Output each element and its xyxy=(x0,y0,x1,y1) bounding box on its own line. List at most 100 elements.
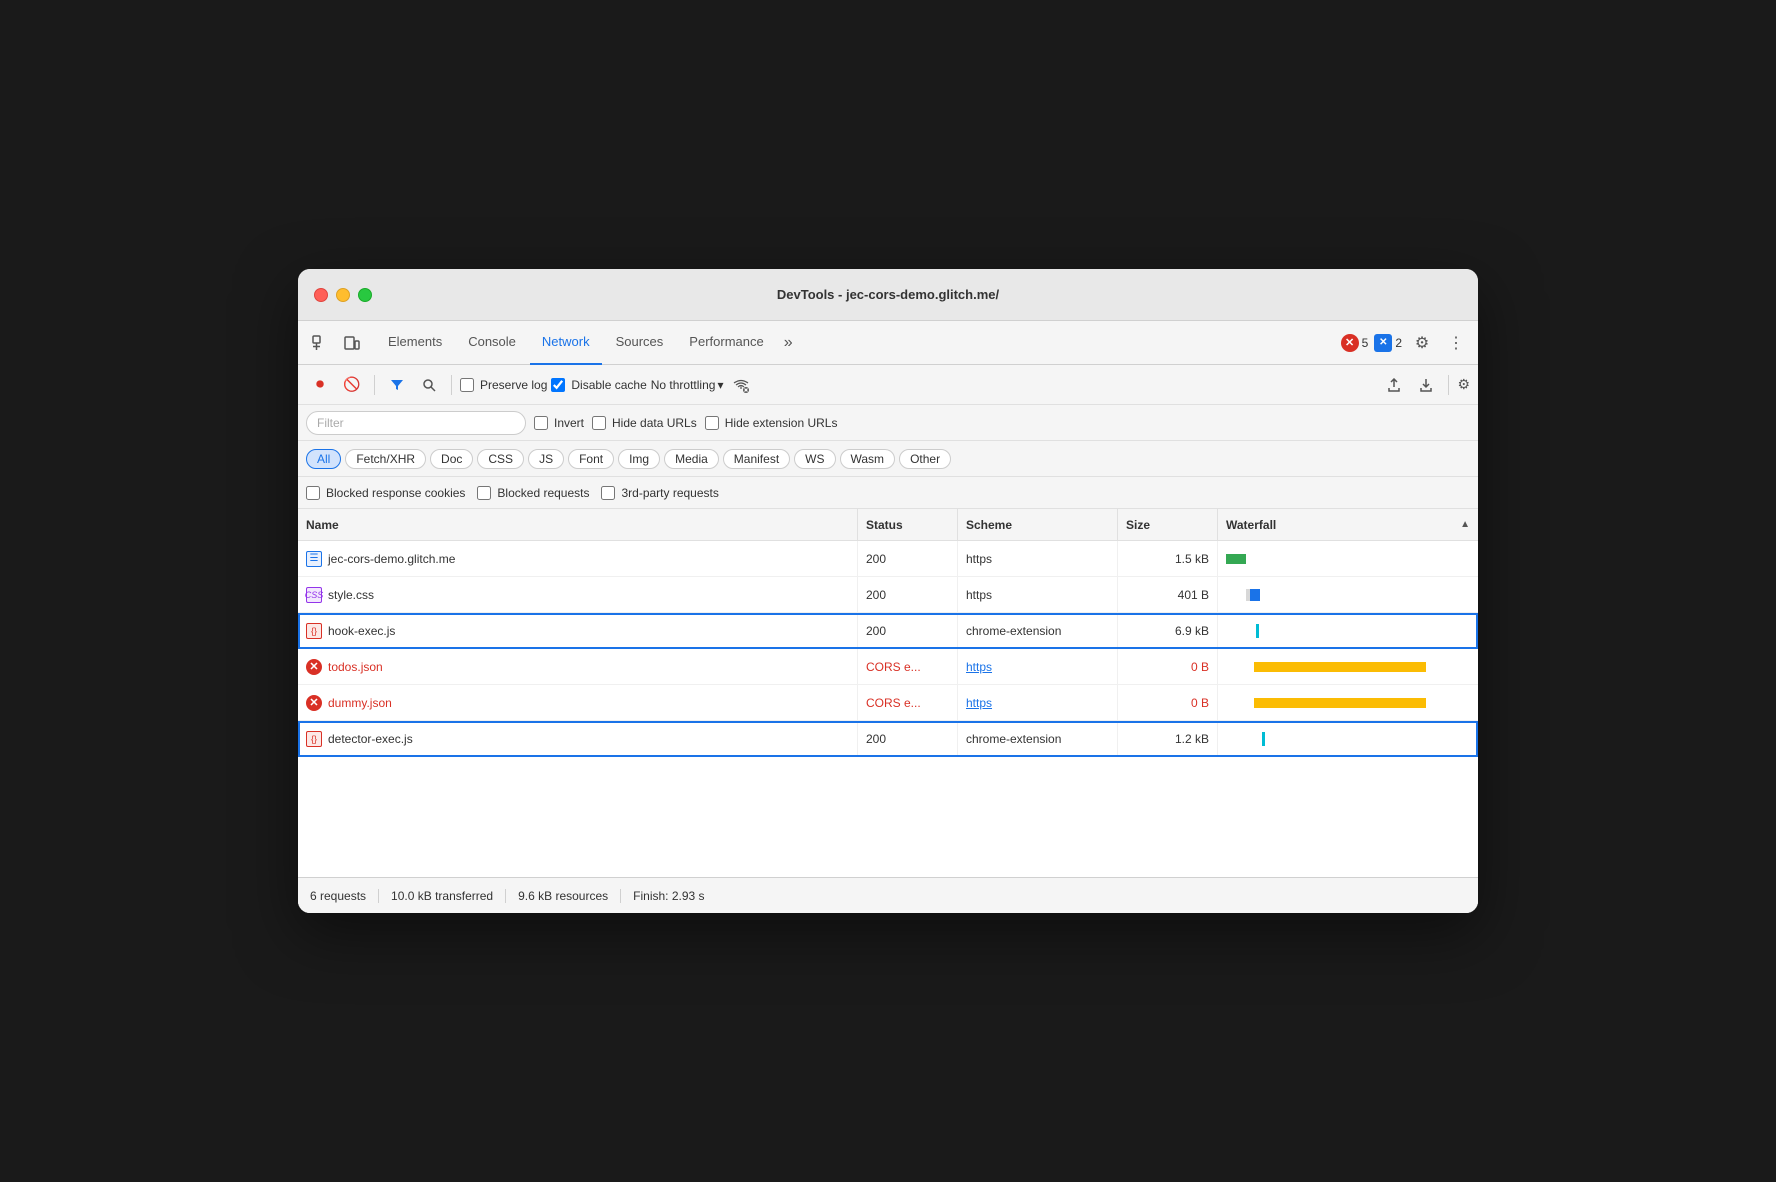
cell-status: 200 xyxy=(858,613,958,648)
col-name[interactable]: Name xyxy=(298,509,858,540)
filter-js[interactable]: JS xyxy=(528,449,564,469)
cell-scheme: https xyxy=(958,649,1118,684)
file-icon-js-ext: {} xyxy=(306,623,322,639)
blocked-cookies-label[interactable]: Blocked response cookies xyxy=(306,486,465,500)
hide-data-urls-checkbox[interactable] xyxy=(592,416,606,430)
third-party-checkbox[interactable] xyxy=(601,486,615,500)
hide-extension-urls-label[interactable]: Hide extension URLs xyxy=(705,416,838,430)
cell-name: {} hook-exec.js xyxy=(298,613,858,648)
filter-input[interactable] xyxy=(306,411,526,435)
disable-cache-label[interactable]: Disable cache xyxy=(551,378,646,392)
close-button[interactable] xyxy=(314,288,328,302)
table-row[interactable]: ✕ dummy.json CORS e... https 0 B xyxy=(298,685,1478,721)
network-toolbar: ⏺ 🚫 Preserve log Disable xyxy=(298,365,1478,405)
filter-button[interactable] xyxy=(383,371,411,399)
filter-doc[interactable]: Doc xyxy=(430,449,473,469)
traffic-lights xyxy=(314,288,372,302)
devtools-window: DevTools - jec-cors-demo.glitch.me/ xyxy=(298,269,1478,913)
filter-manifest[interactable]: Manifest xyxy=(723,449,790,469)
blocked-requests-checkbox[interactable] xyxy=(477,486,491,500)
extra-filters-row: Blocked response cookies Blocked request… xyxy=(298,477,1478,509)
cell-waterfall xyxy=(1218,685,1478,720)
inspect-icon[interactable] xyxy=(306,329,334,357)
tab-performance[interactable]: Performance xyxy=(677,321,775,365)
type-filter-row: All Fetch/XHR Doc CSS JS Font Img Media … xyxy=(298,441,1478,477)
hide-data-urls-label[interactable]: Hide data URLs xyxy=(592,416,697,430)
empty-area xyxy=(298,757,1478,877)
tab-network[interactable]: Network xyxy=(530,321,602,365)
warning-badge[interactable]: ✕ 2 xyxy=(1374,334,1402,352)
throttle-dropdown[interactable]: No throttling ▾ xyxy=(651,378,724,392)
col-status[interactable]: Status xyxy=(858,509,958,540)
tab-sources[interactable]: Sources xyxy=(604,321,676,365)
col-scheme[interactable]: Scheme xyxy=(958,509,1118,540)
cell-scheme: https xyxy=(958,577,1118,612)
more-tabs-button[interactable]: » xyxy=(778,321,799,365)
filter-img[interactable]: Img xyxy=(618,449,660,469)
filter-fetch-xhr[interactable]: Fetch/XHR xyxy=(345,449,426,469)
table-row[interactable]: ✕ todos.json CORS e... https 0 B xyxy=(298,649,1478,685)
filter-ws[interactable]: WS xyxy=(794,449,835,469)
tab-console[interactable]: Console xyxy=(456,321,528,365)
export-har-icon[interactable] xyxy=(1412,371,1440,399)
preserve-log-label[interactable]: Preserve log xyxy=(460,378,547,392)
error-icon: ✕ xyxy=(1341,334,1359,352)
cell-scheme: https xyxy=(958,685,1118,720)
devtools-settings-icon[interactable]: ⚙ xyxy=(1408,329,1436,357)
file-icon-css: CSS xyxy=(306,587,322,603)
filter-media[interactable]: Media xyxy=(664,449,719,469)
network-settings-icon[interactable]: ⚙ xyxy=(1457,376,1470,393)
cell-status: CORS e... xyxy=(858,649,958,684)
cell-size: 1.5 kB xyxy=(1118,541,1218,576)
minimize-button[interactable] xyxy=(336,288,350,302)
table-row[interactable]: CSS style.css 200 https 401 B xyxy=(298,577,1478,613)
finish-time: Finish: 2.93 s xyxy=(621,889,716,903)
wifi-settings-icon[interactable] xyxy=(727,371,755,399)
clear-button[interactable]: 🚫 xyxy=(338,371,366,399)
maximize-button[interactable] xyxy=(358,288,372,302)
cell-name: ✕ dummy.json xyxy=(298,685,858,720)
record-button[interactable]: ⏺ xyxy=(306,371,334,399)
cell-size: 0 B xyxy=(1118,685,1218,720)
blocked-cookies-checkbox[interactable] xyxy=(306,486,320,500)
filter-wasm[interactable]: Wasm xyxy=(840,449,896,469)
cell-waterfall xyxy=(1218,577,1478,612)
third-party-label[interactable]: 3rd-party requests xyxy=(601,486,718,500)
filter-font[interactable]: Font xyxy=(568,449,614,469)
table-row[interactable]: {} hook-exec.js 200 chrome-extension 6.9… xyxy=(298,613,1478,649)
disable-cache-checkbox[interactable] xyxy=(551,378,565,392)
file-icon-js-ext: {} xyxy=(306,731,322,747)
tab-elements[interactable]: Elements xyxy=(376,321,454,365)
filter-other[interactable]: Other xyxy=(899,449,951,469)
cell-status: 200 xyxy=(858,577,958,612)
import-har-icon[interactable] xyxy=(1380,371,1408,399)
filter-css[interactable]: CSS xyxy=(477,449,524,469)
col-waterfall[interactable]: Waterfall ▲ xyxy=(1218,509,1478,540)
col-size[interactable]: Size xyxy=(1118,509,1218,540)
hide-extension-urls-checkbox[interactable] xyxy=(705,416,719,430)
devtools-more-icon[interactable]: ⋮ xyxy=(1442,329,1470,357)
blocked-requests-label[interactable]: Blocked requests xyxy=(477,486,589,500)
error-badge[interactable]: ✕ 5 xyxy=(1341,334,1369,352)
error-circle-icon: ✕ xyxy=(306,659,322,675)
search-button[interactable] xyxy=(415,371,443,399)
cell-size: 0 B xyxy=(1118,649,1218,684)
table-row[interactable]: {} detector-exec.js 200 chrome-extension… xyxy=(298,721,1478,757)
cell-name: ✕ todos.json xyxy=(298,649,858,684)
cell-size: 6.9 kB xyxy=(1118,613,1218,648)
toolbar-divider-3 xyxy=(1448,375,1449,395)
device-toggle-icon[interactable] xyxy=(338,329,366,357)
tab-bar: Elements Console Network Sources Perform… xyxy=(298,321,1478,365)
table-row[interactable]: ☰ jec-cors-demo.glitch.me 200 https 1.5 … xyxy=(298,541,1478,577)
invert-checkbox[interactable] xyxy=(534,416,548,430)
invert-label[interactable]: Invert xyxy=(534,416,584,430)
cell-status: 200 xyxy=(858,721,958,756)
cell-scheme: https xyxy=(958,541,1118,576)
cell-name: CSS style.css xyxy=(298,577,858,612)
table-header-row: Name Status Scheme Size Waterfall ▲ xyxy=(298,509,1478,541)
filter-all[interactable]: All xyxy=(306,449,341,469)
requests-count: 6 requests xyxy=(310,889,379,903)
chevron-down-icon: ▾ xyxy=(717,378,723,392)
error-circle-icon: ✕ xyxy=(306,695,322,711)
preserve-log-checkbox[interactable] xyxy=(460,378,474,392)
